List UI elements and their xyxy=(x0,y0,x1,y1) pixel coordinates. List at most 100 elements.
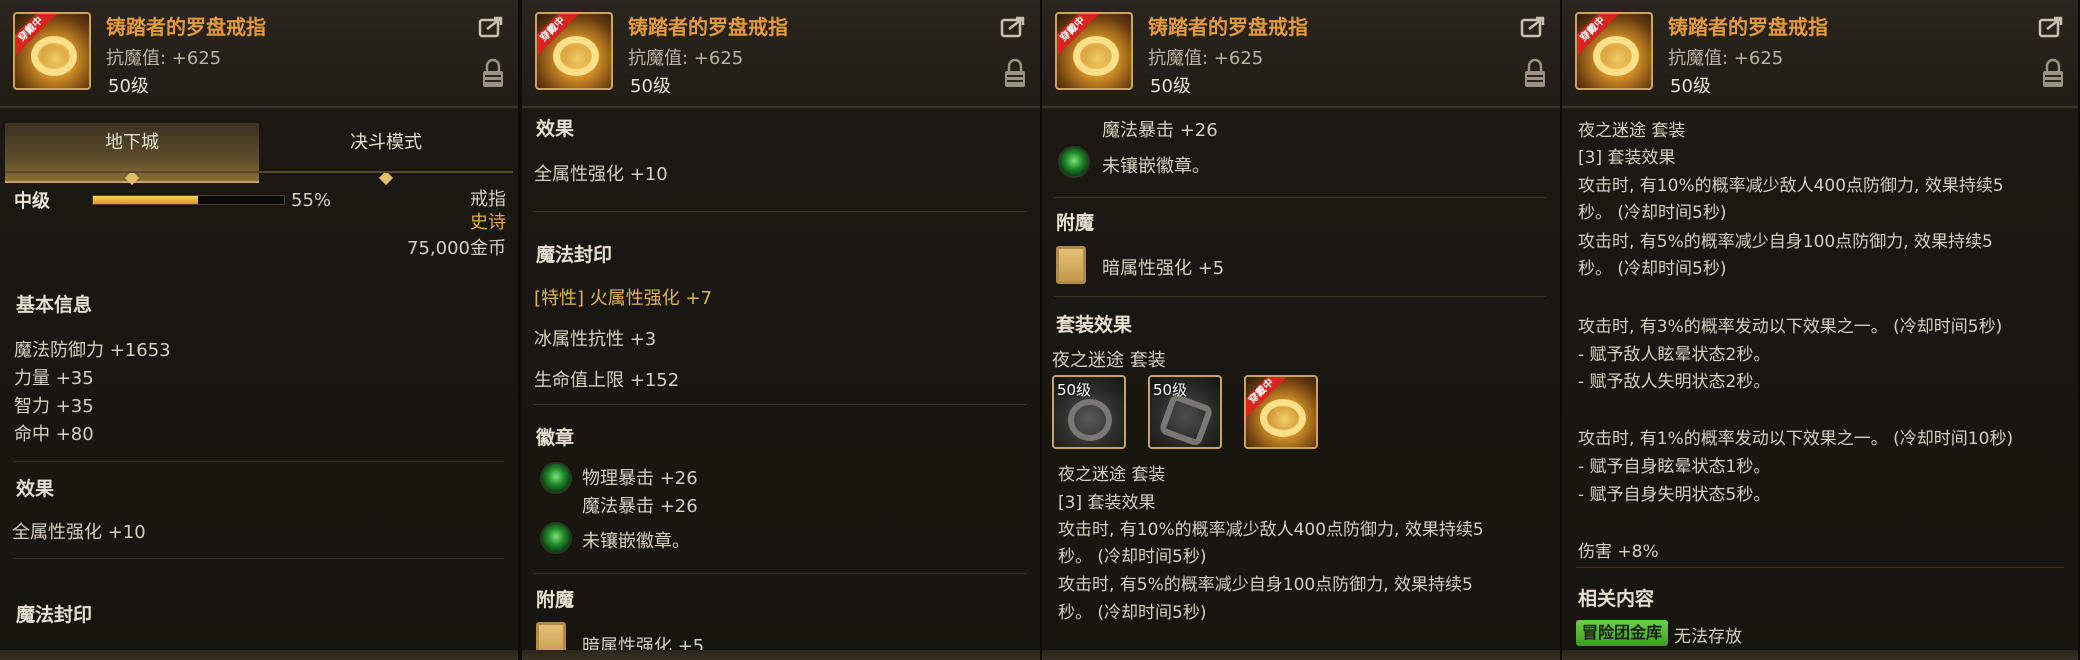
item-name: 铸踏者的罗盘戒指 xyxy=(1668,15,1828,39)
item-tooltip-panel-3: 穿戴中 铸踏者的罗盘戒指 抗魔值: +625 50级 魔法暴击 +26 未镶嵌徽… xyxy=(1042,0,1562,660)
grade-progress-fill xyxy=(93,196,199,204)
section-effect: 效果 xyxy=(536,118,575,140)
item-header: 穿戴中 铸踏者的罗盘戒指 抗魔值: +625 50级 xyxy=(1042,0,1560,108)
set-item-icons: 50级 50级 穿戴中 xyxy=(1052,375,1352,453)
set-gauntlet-icon[interactable]: 50级 xyxy=(1148,375,1222,449)
item-name: 铸踏者的罗盘戒指 xyxy=(106,15,266,39)
seal-line: [特性] 火属性强化 +7 xyxy=(534,288,713,309)
share-icon[interactable] xyxy=(478,14,506,38)
set-effect-line: - 赋予自身失明状态5秒。 xyxy=(1578,485,1771,505)
item-header: 穿戴中 铸踏者的罗盘戒指 抗魔值: +625 50级 xyxy=(1562,0,2078,108)
grade-percent: 55% xyxy=(291,190,332,211)
basic-line: 力量 +35 xyxy=(14,368,94,389)
share-icon[interactable] xyxy=(1520,14,1548,38)
item-name: 铸踏者的罗盘戒指 xyxy=(1148,15,1308,39)
set-effect-line: - 赋予自身眩晕状态1秒。 xyxy=(1578,457,1771,477)
section-magic-seal: 魔法封印 xyxy=(536,244,613,266)
emblem-line: 魔法暴击 +26 xyxy=(1102,120,1218,141)
green-emblem-icon xyxy=(1058,146,1090,178)
tab-divider xyxy=(5,171,513,173)
section-enchant: 附魔 xyxy=(536,589,575,611)
item-header: 穿戴中 铸踏者的罗盘戒指 抗魔值: +625 50级 xyxy=(522,0,1040,108)
damage-line: 伤害 +8% xyxy=(1578,542,1659,562)
basic-line: 命中 +80 xyxy=(14,424,94,445)
item-level: 50级 xyxy=(108,76,149,97)
set-helmet-icon[interactable]: 50级 xyxy=(1052,375,1126,449)
set-effect-line: 攻击时, 有3%的概率发动以下效果之一。 (冷却时间5秒) xyxy=(1578,317,2003,337)
enchant-line: 暗属性强化 +5 xyxy=(1102,258,1225,279)
enchant-line: 暗属性强化 +5 xyxy=(582,636,705,657)
divider xyxy=(1054,296,1546,297)
compass-ring-icon: 穿戴中 xyxy=(535,12,613,90)
share-icon[interactable] xyxy=(1000,14,1028,38)
basic-line: 智力 +35 xyxy=(14,396,94,417)
diamond-icon xyxy=(378,170,394,186)
set-name: 夜之迷途 套装 xyxy=(1578,121,1686,141)
item-name: 铸踏者的罗盘戒指 xyxy=(628,15,788,39)
set-effect-line: 攻击时, 有1%的概率发动以下效果之一。 (冷却时间10秒) xyxy=(1578,429,2014,449)
divider xyxy=(534,211,1026,212)
section-emblem: 徽章 xyxy=(536,427,575,449)
item-stat: 抗魔值: +625 xyxy=(1148,48,1264,69)
emblem-empty-line: 未镶嵌徽章。 xyxy=(1102,156,1210,177)
set-count: [3] 套装效果 xyxy=(1058,493,1156,513)
item-price: 75,000金币 xyxy=(407,238,506,259)
seal-line: 生命值上限 +152 xyxy=(534,370,680,391)
basic-line: 魔法防御力 +1653 xyxy=(14,340,171,361)
enchant-card-icon xyxy=(536,622,566,660)
set-effect-line: 秒。 (冷却时间5秒) xyxy=(1578,259,1727,279)
item-level: 50级 xyxy=(1670,76,1711,97)
item-level: 50级 xyxy=(1150,76,1191,97)
divider xyxy=(1054,197,1546,198)
set-effect-line: - 赋予敌人眩晕状态2秒。 xyxy=(1578,345,1771,365)
section-magic-seal: 魔法封印 xyxy=(16,604,93,626)
emblem-line: 魔法暴击 +26 xyxy=(582,496,698,517)
compass-ring-icon[interactable]: 穿戴中 xyxy=(1244,375,1318,449)
set-icon-level: 50级 xyxy=(1153,381,1188,399)
section-enchant: 附魔 xyxy=(1056,212,1095,234)
lock-icon[interactable] xyxy=(2042,58,2064,88)
item-level: 50级 xyxy=(630,76,671,97)
compass-ring-icon: 穿戴中 xyxy=(13,12,91,90)
divider xyxy=(534,573,1026,574)
seal-line: 冰属性抗性 +3 xyxy=(534,329,657,350)
set-effect-line: 攻击时, 有5%的概率减少自身100点防御力, 效果持续5 xyxy=(1578,232,1993,252)
tab-pvp[interactable]: 决斗模式 xyxy=(259,123,513,186)
section-effect: 效果 xyxy=(16,478,55,500)
tab-dungeon[interactable]: 地下城 xyxy=(5,123,259,186)
effect-line: 全属性强化 +10 xyxy=(12,522,146,543)
lock-icon[interactable] xyxy=(1524,58,1546,88)
guild-vault-badge: 冒险团金库 xyxy=(1576,620,1669,646)
tab-pvp-label: 决斗模式 xyxy=(350,132,422,153)
lock-icon[interactable] xyxy=(1004,58,1026,88)
item-stat: 抗魔值: +625 xyxy=(106,48,222,69)
set-effect-line: 攻击时, 有5%的概率减少自身100点防御力, 效果持续5 xyxy=(1058,575,1473,595)
section-set-effect: 套装效果 xyxy=(1056,314,1133,336)
effect-line: 全属性强化 +10 xyxy=(534,164,668,185)
item-stat: 抗魔值: +625 xyxy=(1668,48,1784,69)
item-rarity: 史诗 xyxy=(470,212,506,233)
storage-note: 无法存放 xyxy=(1674,627,1742,647)
grade-label: 中级 xyxy=(14,191,50,212)
set-count: [3] 套装效果 xyxy=(1578,148,1676,168)
set-effect-line: 攻击时, 有10%的概率减少敌人400点防御力, 效果持续5 xyxy=(1058,520,1484,540)
green-emblem-icon xyxy=(540,462,572,494)
lock-icon[interactable] xyxy=(482,58,504,88)
emblem-empty-line: 未镶嵌徽章。 xyxy=(582,531,690,552)
emblem-line: 物理暴击 +26 xyxy=(582,468,698,489)
tab-dungeon-label: 地下城 xyxy=(105,132,159,153)
divider xyxy=(14,558,504,559)
enchant-card-icon xyxy=(1056,246,1086,284)
share-icon[interactable] xyxy=(2038,14,2066,38)
section-basic-info: 基本信息 xyxy=(16,294,93,316)
set-name: 夜之迷途 套装 xyxy=(1052,350,1166,371)
set-effect-line: 秒。 (冷却时间5秒) xyxy=(1058,603,1207,623)
set-effect-line: 秒。 (冷却时间5秒) xyxy=(1058,547,1207,567)
set-effect-line: 攻击时, 有10%的概率减少敌人400点防御力, 效果持续5 xyxy=(1578,176,2004,196)
set-name: 夜之迷途 套装 xyxy=(1058,465,1166,485)
section-related: 相关内容 xyxy=(1578,588,1655,610)
green-emblem-icon xyxy=(540,522,572,554)
item-tooltip-panel-2: 穿戴中 铸踏者的罗盘戒指 抗魔值: +625 50级 效果 全属性强化 +10 … xyxy=(522,0,1042,660)
set-effect-line: 秒。 (冷却时间5秒) xyxy=(1578,203,1727,223)
divider xyxy=(534,404,1026,405)
